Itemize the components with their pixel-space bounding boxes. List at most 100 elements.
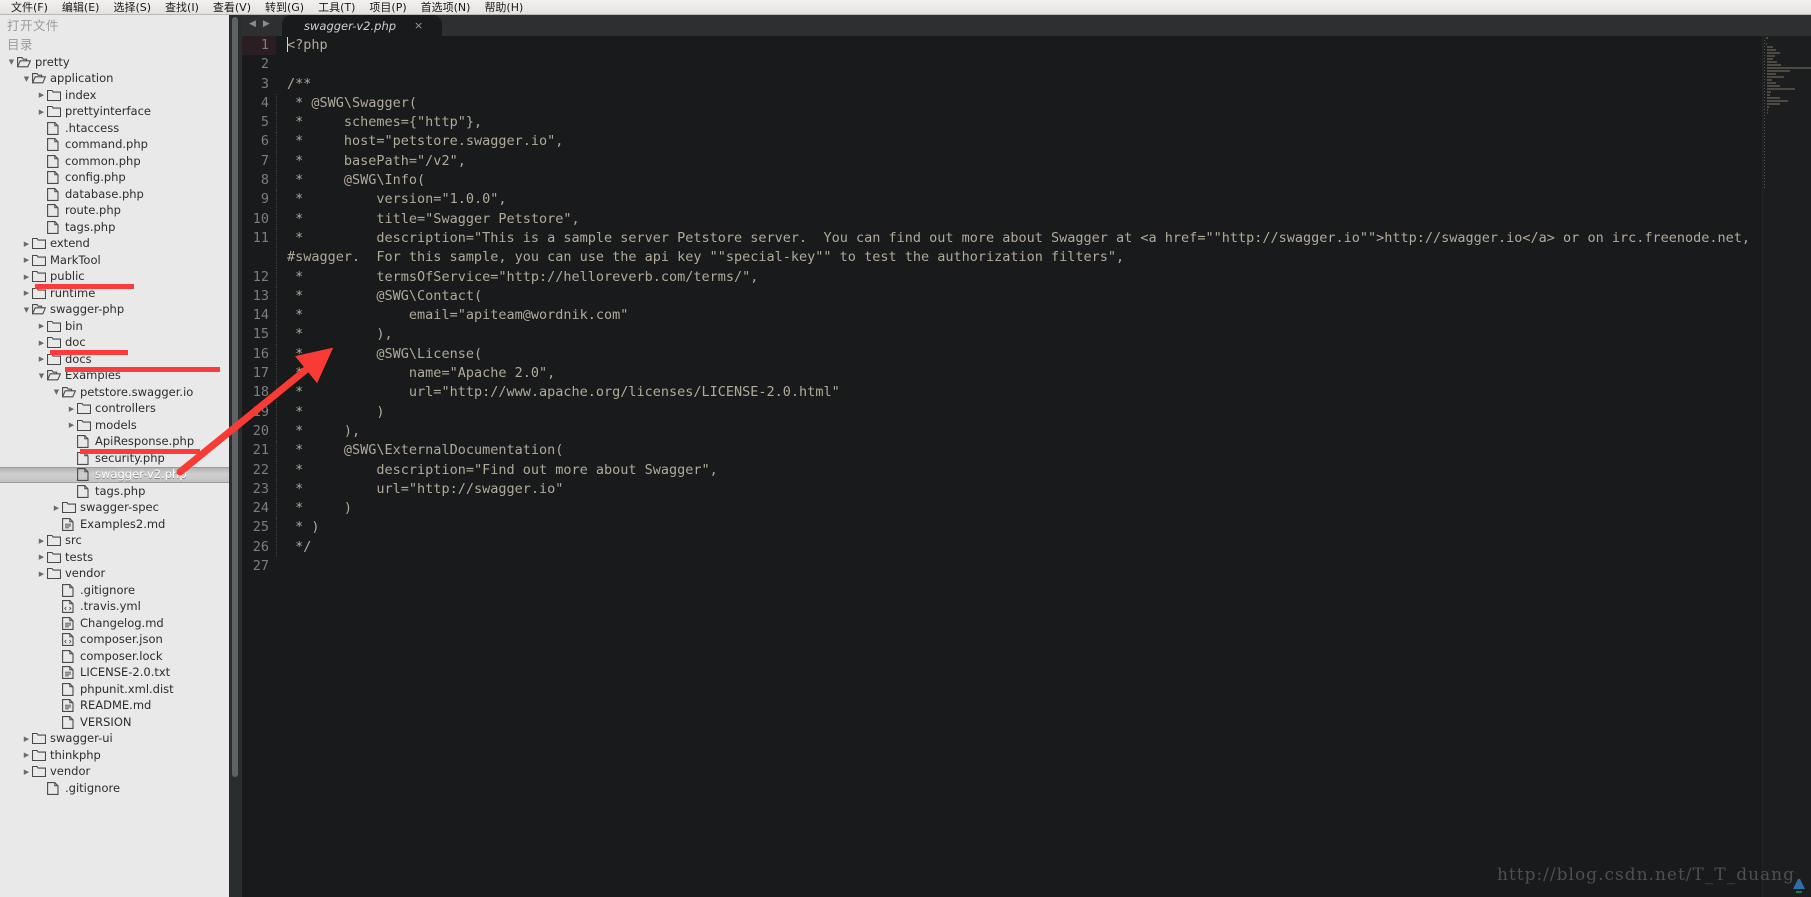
menu-item-5[interactable]: 转到(G) [258,1,311,14]
tree-item--gitignore[interactable]: .gitignore [0,780,229,797]
chevron-right-icon[interactable]: ▶ [36,338,47,348]
code-lines[interactable]: 1 <?php 2 3/** 4 * @SWG\Swagger(5 * schemes=… [242,36,1762,576]
menu-item-4[interactable]: 查看(V) [206,1,258,14]
tab-swagger-v2-php[interactable]: swagger-v2.php × [282,15,442,36]
tree-item-config-php[interactable]: config.php [0,170,229,187]
code-line[interactable]: 6 * host="petstore.swagger.io", [242,132,1762,152]
line-text[interactable]: * version="1.0.0", [276,190,1762,210]
line-text[interactable]: * ) [276,518,1762,538]
chevron-right-icon[interactable]: ▶ [66,420,77,430]
code-line[interactable]: 26 */ [242,537,1762,558]
minimap[interactable] [1762,36,1811,897]
tree-item-extend[interactable]: ▶ extend [0,236,229,253]
line-text[interactable]: * url="http://swagger.io" [276,479,1762,500]
tree-item-examples2-md[interactable]: Examples2.md [0,516,229,533]
line-text[interactable]: * ), [276,325,1762,345]
line-text[interactable]: /** [276,75,1762,94]
line-text[interactable]: * description="This is a sample server P… [276,228,1762,268]
tree-item-version[interactable]: VERSION [0,714,229,731]
line-text[interactable]: * url="http://www.apache.org/licenses/LI… [276,383,1762,403]
menu-item-3[interactable]: 查找(I) [158,1,206,14]
tree-item-command-php[interactable]: command.php [0,137,229,154]
code-line[interactable]: 23 * url="http://swagger.io" [242,479,1762,500]
tree-item-pretty[interactable]: ▼ pretty [0,54,229,71]
chevron-right-icon[interactable]: ▶ [21,734,32,744]
close-icon[interactable]: × [414,20,423,31]
chevron-down-icon[interactable]: ▼ [6,57,17,67]
chevron-right-icon[interactable]: ▶ [51,503,62,513]
menu-item-1[interactable]: 编辑(E) [55,1,107,14]
code-line[interactable]: 15 * ), [242,325,1762,345]
sidebar-file-explorer[interactable]: 打开文件 目录 ▼ pretty ▼ application ▶ index ▶ pretty… [0,15,229,897]
tree-item-readme-md[interactable]: README.md [0,698,229,715]
code-line[interactable]: 16 * @SWG\License( [242,344,1762,365]
tree-item-src[interactable]: ▶ src [0,533,229,550]
line-text[interactable]: * @SWG\License( [276,344,1762,365]
tree-item-phpunit-xml-dist[interactable]: phpunit.xml.dist [0,681,229,698]
menu-item-7[interactable]: 项目(P) [362,1,413,14]
chevron-right-icon[interactable]: ▶ [36,569,47,579]
chevron-right-icon[interactable]: ▶ [36,90,47,100]
line-text[interactable]: * name="Apache 2.0", [276,364,1762,384]
line-text[interactable]: * description="Find out more about Swagg… [276,460,1762,480]
tree-item-vendor[interactable]: ▶ vendor [0,566,229,583]
chevron-right-icon[interactable]: ▶ [36,552,47,562]
code-line[interactable]: 7 * basePath="/v2", [242,151,1762,172]
tree-item-public[interactable]: ▶ public [0,269,229,286]
chevron-right-icon[interactable]: ▶ [21,750,32,760]
chevron-down-icon[interactable]: ▼ [21,305,32,315]
line-text[interactable]: * @SWG\ExternalDocumentation( [276,441,1762,461]
line-text[interactable]: * @SWG\Info( [276,171,1762,191]
line-text[interactable]: * @SWG\Swagger( [276,93,1762,114]
tree-item--gitignore[interactable]: .gitignore [0,582,229,599]
tree-item-bin[interactable]: ▶ bin [0,318,229,335]
tree-item-route-php[interactable]: route.php [0,203,229,220]
chevron-right-icon[interactable]: ▶ [36,354,47,364]
tree-item-composer-json[interactable]: composer.json [0,632,229,649]
nav-prev-icon[interactable]: ◀ [249,19,256,30]
tree-item--travis-yml[interactable]: .travis.yml [0,599,229,616]
chevron-right-icon[interactable]: ▶ [66,404,77,414]
menu-item-2[interactable]: 选择(S) [106,1,158,14]
code-line[interactable]: 3 /** [242,75,1762,94]
tree-item-composer-lock[interactable]: composer.lock [0,648,229,665]
nav-next-icon[interactable]: ▶ [263,19,270,30]
code-line[interactable]: 18 * url="http://www.apache.org/licenses… [242,383,1762,403]
code-line[interactable]: 22 * description="Find out more about Sw… [242,460,1762,480]
tree-item-swagger-spec[interactable]: ▶ swagger-spec [0,500,229,517]
tree-item-license-2-0-txt[interactable]: LICENSE-2.0.txt [0,665,229,682]
chevron-right-icon[interactable]: ▶ [36,321,47,331]
code-line[interactable]: 2 [242,55,1762,74]
tab-navigation[interactable]: ◀ ▶ [249,19,270,30]
line-text[interactable]: * email="apiteam@wordnik.com" [276,306,1762,326]
code-line[interactable]: 12 * termsOfService="http://helloreverb.… [242,267,1762,287]
line-text[interactable]: * @SWG\Contact( [276,286,1762,307]
tree-item-models[interactable]: ▶ models [0,417,229,434]
tree-item-application[interactable]: ▼ application [0,71,229,88]
code-editor[interactable]: 1 <?php 2 3/** 4 * @SWG\Swagger(5 * schemes=… [242,36,1762,897]
tree-item-index[interactable]: ▶ index [0,87,229,104]
tree-item-database-php[interactable]: database.php [0,186,229,203]
file-tree[interactable]: ▼ pretty ▼ application ▶ index ▶ prettyinterfac… [0,54,229,797]
line-text[interactable]: * title="Swagger Petstore", [276,209,1762,229]
tree-item-tags-php[interactable]: tags.php [0,483,229,500]
chevron-right-icon[interactable]: ▶ [21,767,32,777]
tree-item-marktool[interactable]: ▶ MarkTool [0,252,229,269]
code-line[interactable]: 11 * description="This is a sample serve… [242,228,1762,268]
tree-item-prettyinterface[interactable]: ▶ prettyinterface [0,104,229,121]
line-text[interactable]: * basePath="/v2", [276,151,1762,172]
line-text[interactable]: * termsOfService="http://helloreverb.com… [276,267,1762,287]
tree-item-thinkphp[interactable]: ▶ thinkphp [0,747,229,764]
chevron-right-icon[interactable]: ▶ [21,255,32,265]
tree-item--htaccess[interactable]: .htaccess [0,120,229,137]
code-line[interactable]: 1 <?php [242,36,1762,55]
line-text[interactable]: */ [276,537,1762,558]
code-line[interactable]: 5 * schemes={"http"}, [242,113,1762,133]
tree-item-doc[interactable]: ▶ doc [0,335,229,352]
chevron-right-icon[interactable]: ▶ [21,272,32,282]
code-line[interactable]: 17 * name="Apache 2.0", [242,364,1762,384]
tree-item-controllers[interactable]: ▶ controllers [0,401,229,418]
code-line[interactable]: 4 * @SWG\Swagger( [242,93,1762,114]
tree-item-apiresponse-php[interactable]: ApiResponse.php [0,434,229,451]
code-line[interactable]: 25 * ) [242,518,1762,538]
